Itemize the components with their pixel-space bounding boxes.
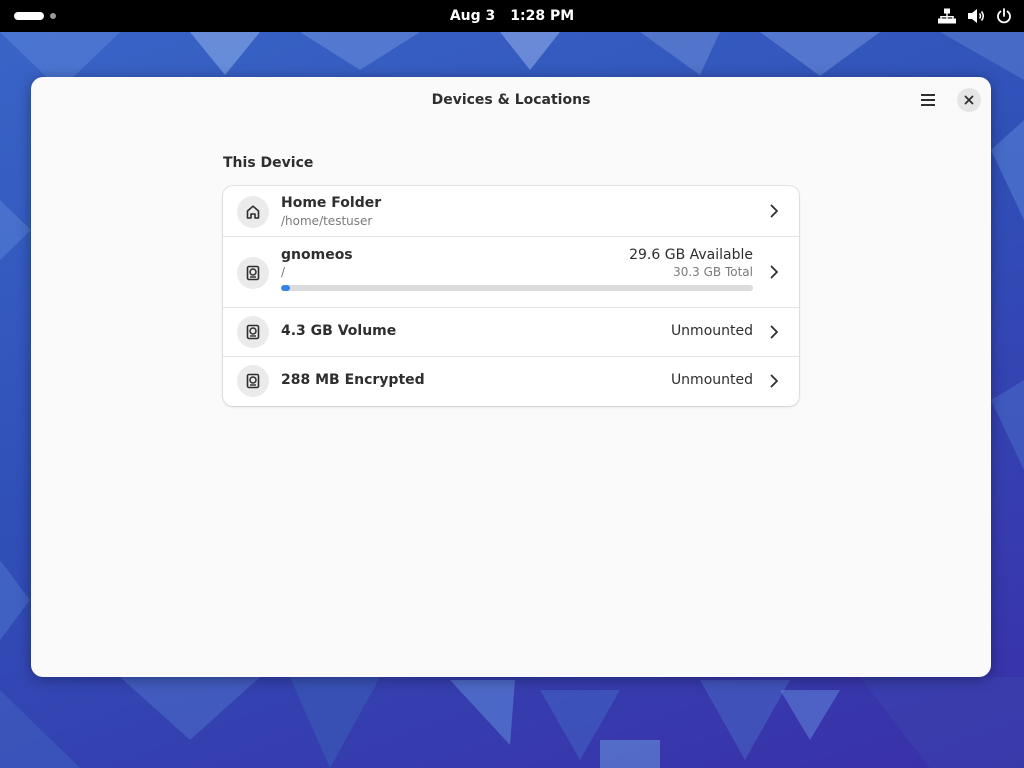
total-space: 30.3 GB Total bbox=[673, 265, 753, 279]
mount-status: Unmounted bbox=[670, 372, 753, 388]
section-title-this-device: This Device bbox=[223, 155, 314, 171]
drive-icon bbox=[237, 257, 269, 289]
network-icon bbox=[938, 8, 956, 24]
chevron-right-icon bbox=[770, 265, 778, 279]
window-title: Devices & Locations bbox=[431, 92, 591, 108]
list-item-encrypted[interactable]: 288 MB Encrypted Unmounted bbox=[223, 357, 799, 406]
item-title: Home Folder bbox=[281, 195, 382, 211]
devices-locations-window: Devices & Locations This Device Home Fol… bbox=[31, 77, 991, 677]
item-title: 4.3 GB Volume bbox=[281, 323, 397, 339]
chevron-right-icon bbox=[770, 325, 778, 339]
drive-icon bbox=[237, 316, 269, 348]
mount-status: Unmounted bbox=[670, 323, 753, 339]
disk-usage-fill bbox=[281, 285, 291, 291]
item-path: /home/testuser bbox=[281, 214, 373, 228]
close-button[interactable] bbox=[957, 88, 981, 112]
item-title: 288 MB Encrypted bbox=[281, 372, 425, 388]
item-path: / bbox=[281, 265, 286, 279]
chevron-right-icon bbox=[770, 204, 778, 218]
drive-icon bbox=[237, 365, 269, 397]
workspace-indicator bbox=[50, 13, 56, 19]
system-menu-button[interactable] bbox=[938, 0, 1012, 32]
clock-date: Aug 3 bbox=[449, 8, 496, 24]
item-title: gnomeos bbox=[281, 247, 353, 263]
workspace-indicator-active bbox=[14, 12, 44, 20]
clock-button[interactable]: Aug 3 1:28 PM bbox=[440, 0, 584, 32]
list-item-volume[interactable]: 4.3 GB Volume Unmounted bbox=[223, 308, 799, 357]
volume-icon bbox=[967, 8, 985, 24]
list-item-gnomeos[interactable]: gnomeos / 29.6 GB Available 30.3 GB Tota… bbox=[223, 237, 799, 308]
device-list: Home Folder /home/testuser gnomeos / 29.… bbox=[223, 186, 799, 406]
activities-button[interactable] bbox=[14, 9, 62, 23]
hamburger-menu-icon bbox=[921, 94, 935, 106]
power-icon bbox=[996, 8, 1012, 24]
top-bar: Aug 3 1:28 PM bbox=[0, 0, 1024, 32]
chevron-right-icon bbox=[770, 374, 778, 388]
close-icon bbox=[964, 95, 974, 105]
main-menu-button[interactable] bbox=[913, 86, 943, 114]
available-space: 29.6 GB Available bbox=[629, 247, 753, 263]
clock-time: 1:28 PM bbox=[510, 8, 575, 24]
disk-usage-bar bbox=[281, 285, 753, 291]
home-icon bbox=[237, 196, 269, 228]
list-item-home-folder[interactable]: Home Folder /home/testuser bbox=[223, 186, 799, 237]
